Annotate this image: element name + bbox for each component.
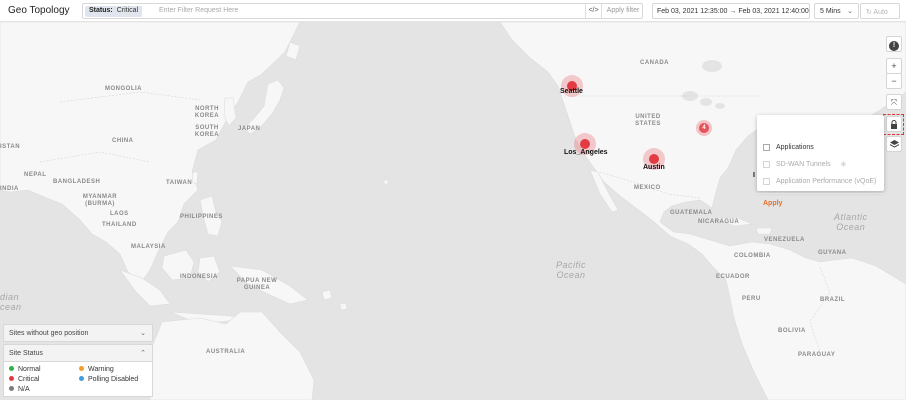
layers-menu: Applications SD-WAN Tunnels ✳ Applicatio… bbox=[757, 115, 884, 207]
checkbox[interactable] bbox=[763, 144, 770, 151]
status-dot-icon bbox=[79, 376, 84, 381]
info-icon: ! bbox=[889, 41, 899, 51]
cluster-count: 4 bbox=[699, 123, 709, 133]
chip-value: Critical bbox=[116, 7, 139, 14]
apply-filter-button[interactable]: Apply filter bbox=[601, 4, 644, 18]
layer-option-app-performance: Application Performance (vQoE) bbox=[763, 176, 881, 188]
region-label: CHINA bbox=[112, 138, 134, 144]
layers-highlight bbox=[883, 114, 904, 135]
region-label: VENEZUELA bbox=[764, 237, 805, 243]
filter-bar[interactable]: Status: Critical Enter Filter Request Her… bbox=[82, 3, 643, 19]
region-label: PARAGUAY bbox=[798, 352, 836, 358]
legend-panel: Sites without geo position ⌄ Site Status… bbox=[3, 304, 153, 397]
plus-icon: + bbox=[891, 61, 897, 71]
apply-layers-button[interactable]: Apply bbox=[763, 200, 782, 207]
layer-option-applications[interactable]: Applications bbox=[763, 142, 881, 154]
site-cluster-marker[interactable]: 4 bbox=[696, 120, 712, 136]
info-button[interactable]: ! bbox=[886, 36, 902, 52]
region-label: MEXICO bbox=[634, 185, 661, 191]
zoom-in-button[interactable]: + bbox=[886, 58, 902, 74]
region-label: CANADA bbox=[640, 60, 669, 66]
checkbox bbox=[763, 161, 770, 168]
legend-item-na: N/A bbox=[9, 386, 30, 393]
chip-label: Status: bbox=[89, 7, 113, 14]
legend-item-polling-disabled: Polling Disabled bbox=[79, 376, 138, 383]
region-label: MALAYSIA bbox=[131, 244, 166, 250]
region-label: GUYANA bbox=[818, 250, 847, 256]
region-label: ISTAN bbox=[0, 144, 21, 150]
region-label: THAILAND bbox=[102, 222, 137, 228]
region-label: UNITED STATES bbox=[635, 114, 661, 127]
loading-icon: ✳ bbox=[840, 160, 847, 169]
layers-icon bbox=[889, 140, 899, 148]
region-label: BOLIVIA bbox=[778, 328, 806, 334]
fit-bounds-button[interactable]: ⤧ bbox=[886, 94, 902, 110]
site-label-los-angeles: Los_Angeles bbox=[564, 149, 608, 156]
page-title: Geo Topology bbox=[8, 5, 70, 16]
status-filter-chip[interactable]: Status: Critical bbox=[85, 6, 143, 17]
region-label: NICARAGUA bbox=[698, 219, 740, 225]
site-label-seattle: Seattle bbox=[560, 88, 583, 95]
status-dot-icon bbox=[9, 376, 14, 381]
region-label: SOUTH KOREA bbox=[194, 125, 220, 138]
top-toolbar: Geo Topology Status: Critical Enter Filte… bbox=[0, 0, 906, 22]
interval-value: 5 Mins bbox=[820, 8, 841, 15]
site-status-header[interactable]: Site Status ⌃ bbox=[3, 344, 153, 362]
status-dot-icon bbox=[79, 366, 84, 371]
chevron-down-icon: ⌄ bbox=[847, 8, 853, 15]
checkbox bbox=[763, 178, 770, 185]
site-status-list: Normal Critical N/A Warning Polling Disa… bbox=[3, 362, 153, 397]
region-label: JAPAN bbox=[238, 126, 261, 132]
code-view-button[interactable]: </> bbox=[585, 4, 601, 18]
region-label: BRAZIL bbox=[820, 297, 845, 303]
region-label: LAOS bbox=[110, 211, 129, 217]
region-label: PAPUA NEW GUINEA bbox=[236, 278, 278, 291]
expand-icon: ⤧ bbox=[890, 98, 898, 107]
region-label: MYANMAR (BURMA) bbox=[82, 194, 118, 207]
site-label-austin: Austin bbox=[643, 164, 665, 171]
chevron-down-icon: ⌄ bbox=[140, 330, 146, 337]
filter-input[interactable]: Enter Filter Request Here bbox=[159, 7, 238, 14]
ocean-label: Atlantic Ocean bbox=[834, 212, 868, 232]
partial-site-label: I bbox=[753, 172, 755, 179]
auto-refresh-button[interactable]: ↻ Auto bbox=[860, 3, 900, 19]
time-range-picker[interactable]: Feb 03, 2021 12:35:00 → Feb 03, 2021 12:… bbox=[652, 3, 810, 19]
region-label: COLOMBIA bbox=[734, 253, 771, 259]
region-label: MONGOLIA bbox=[105, 86, 142, 92]
region-label: AUSTRALIA bbox=[206, 349, 246, 355]
status-dot-icon bbox=[9, 366, 14, 371]
ocean-label: Pacific Ocean bbox=[556, 260, 587, 280]
minus-icon: − bbox=[891, 76, 897, 86]
legend-item-normal: Normal bbox=[9, 366, 41, 373]
sites-without-geo-header[interactable]: Sites without geo position ⌄ bbox=[3, 324, 153, 342]
legend-item-critical: Critical bbox=[9, 376, 39, 383]
layers-button[interactable] bbox=[886, 136, 902, 152]
interval-select[interactable]: 5 Mins ⌄ bbox=[814, 3, 859, 19]
region-label: PHILIPPINES bbox=[180, 214, 223, 220]
divider bbox=[757, 193, 884, 194]
chevron-up-icon: ⌃ bbox=[140, 350, 146, 357]
legend-item-warning: Warning bbox=[79, 366, 114, 373]
zoom-out-button[interactable]: − bbox=[886, 73, 902, 89]
region-label: ECUADOR bbox=[716, 274, 750, 280]
region-label: TAIWAN bbox=[166, 180, 193, 186]
layer-option-sdwan-tunnels: SD-WAN Tunnels ✳ bbox=[763, 159, 881, 171]
region-label: PERU bbox=[742, 296, 761, 302]
status-dot-icon bbox=[9, 386, 14, 391]
region-label: INDIA bbox=[0, 186, 19, 192]
region-label: NORTH KOREA bbox=[194, 106, 220, 119]
region-label: NEPAL bbox=[24, 172, 47, 178]
region-label: GUATEMALA bbox=[670, 210, 713, 216]
region-label: BANGLADESH bbox=[53, 179, 101, 185]
region-label: INDONESIA bbox=[180, 274, 218, 280]
